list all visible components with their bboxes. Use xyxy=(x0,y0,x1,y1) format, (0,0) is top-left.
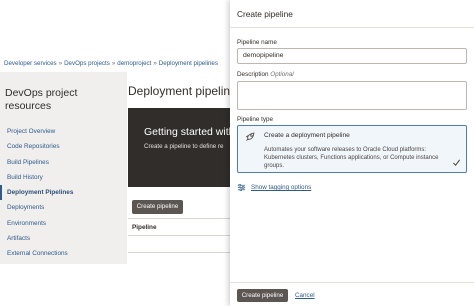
option-description: Automates your software releases to Orac… xyxy=(264,147,439,169)
pipelines-table: Pipeline xyxy=(128,218,230,253)
panel-header: Create pipeline xyxy=(230,0,474,28)
sidebar-item-build-history[interactable]: Build History xyxy=(0,170,127,185)
description-label: Description Optional xyxy=(237,71,294,78)
breadcrumb: Developer services » DevOps projects » d… xyxy=(4,60,218,67)
pipeline-type-label: Pipeline type xyxy=(237,116,274,123)
breadcrumb-separator: » xyxy=(58,60,63,67)
sliders-icon xyxy=(237,184,246,191)
create-pipeline-button-background[interactable]: Create pipeline xyxy=(132,200,183,214)
sidebar-item-external-connections[interactable]: External Connections xyxy=(0,246,127,261)
sidebar-title: DevOps project resources xyxy=(5,87,77,113)
sidebar-item-environments[interactable]: Environments xyxy=(0,216,127,231)
page-title: Deployment pipelines xyxy=(128,84,230,98)
deployment-pipeline-option[interactable]: Create a deployment pipeline Automates y… xyxy=(237,125,467,173)
sidebar-item-project-overview[interactable]: Project Overview xyxy=(0,124,127,139)
getting-started-banner: Getting started with Create a pipeline t… xyxy=(128,108,230,187)
pipeline-name-label: Pipeline name xyxy=(237,39,277,46)
sidebar-item-deployment-pipelines[interactable]: Deployment Pipelines xyxy=(0,185,127,201)
table-header-pipeline: Pipeline xyxy=(128,219,230,236)
breadcrumb-deployment-pipelines: Deployment pipelines xyxy=(158,60,218,67)
rocket-icon xyxy=(245,132,255,141)
description-label-text: Description xyxy=(237,71,269,78)
sidebar-nav: Project Overview Code Repositories Build… xyxy=(0,124,127,262)
tagging-options-toggle[interactable]: Show tagging options xyxy=(237,183,311,192)
sidebar: DevOps project resources Project Overvie… xyxy=(0,72,127,264)
console-background: Developer services » DevOps projects » d… xyxy=(0,0,230,306)
banner-title: Getting started with xyxy=(144,126,230,138)
description-textarea[interactable] xyxy=(237,81,467,110)
sidebar-item-build-pipelines[interactable]: Build Pipelines xyxy=(0,155,127,170)
breadcrumb-devops-projects[interactable]: DevOps projects xyxy=(64,60,110,67)
table-row xyxy=(128,236,230,253)
banner-subtitle: Create a pipeline to define re xyxy=(144,143,224,150)
pipeline-name-input[interactable]: demopipeline xyxy=(237,48,467,64)
sidebar-item-code-repositories[interactable]: Code Repositories xyxy=(0,139,127,154)
breadcrumb-developer-services[interactable]: Developer services xyxy=(4,60,57,67)
sidebar-item-deployments[interactable]: Deployments xyxy=(0,200,127,215)
panel-title: Create pipeline xyxy=(237,9,293,19)
create-pipeline-panel: Create pipeline Pipeline name demopipeli… xyxy=(230,0,474,306)
create-pipeline-button[interactable]: Create pipeline xyxy=(237,289,288,302)
sidebar-title-line2: resources xyxy=(5,100,52,112)
optional-hint: Optional xyxy=(270,71,294,78)
cancel-link[interactable]: Cancel xyxy=(295,292,315,299)
breadcrumb-separator: » xyxy=(153,60,157,67)
sidebar-item-artifacts[interactable]: Artifacts xyxy=(0,231,127,246)
panel-footer: Create pipeline Cancel xyxy=(230,282,474,306)
checkmark-icon xyxy=(452,159,461,166)
page-bottom-area xyxy=(0,264,230,306)
option-title: Create a deployment pipeline xyxy=(264,132,350,139)
sidebar-title-line1: DevOps project xyxy=(5,87,78,99)
breadcrumb-separator: » xyxy=(111,60,116,67)
show-tagging-options-link[interactable]: Show tagging options xyxy=(251,184,311,191)
breadcrumb-demoproject[interactable]: demoproject xyxy=(117,60,151,67)
